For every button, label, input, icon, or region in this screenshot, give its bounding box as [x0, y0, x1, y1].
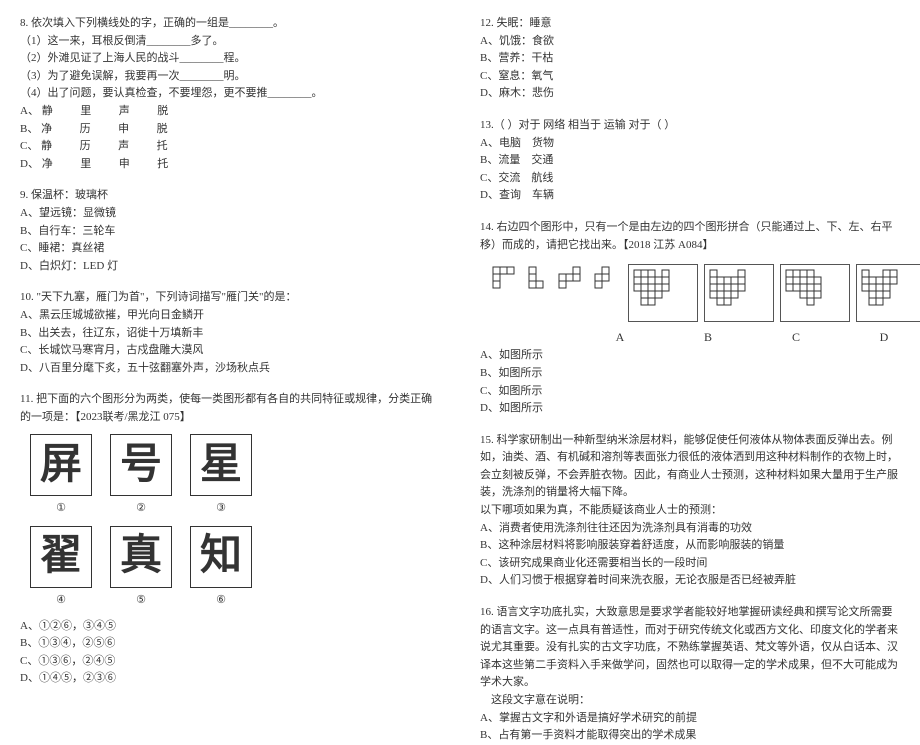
q11-label-row1: ① ② ③	[30, 500, 440, 518]
q11-char-row1: 屏 号 星	[30, 434, 440, 496]
q16-optB: B、占有第一手资料才能取得突出的学术成果	[480, 727, 900, 745]
q9-optD: D、白炽灯：LED 灯	[20, 258, 440, 276]
q8-l1: （1）这一来，耳根反倒清________多了。	[20, 33, 440, 51]
q14-lbl-B: B	[698, 328, 718, 347]
question-14: 14. 右边四个图形中，只有一个是由左边的四个图形拼合（只能通过上、下、左、右平…	[480, 219, 900, 418]
question-10: 10. "天下九塞，雁门为首"，下列诗词描写"雁门关"的是： A、黑云压城城欲摧…	[20, 289, 440, 377]
char-lbl-5: ⑤	[110, 592, 172, 610]
q11-optD: D、①④⑤，②③⑥	[20, 670, 440, 688]
q11-optC: C、①③⑥，②④⑤	[20, 653, 440, 671]
q15-optA: A、消费者使用洗涤剂往往还因为洗涤剂具有消毒的功效	[480, 520, 900, 538]
q9-optA: A、望远镜：显微镜	[20, 205, 440, 223]
q13-optA: A、电脑 货物	[480, 135, 900, 153]
q8-optB: B、 净 历 申 脱	[20, 121, 440, 139]
q11-label-row2: ④ ⑤ ⑥	[30, 592, 440, 610]
q9-optC: C、睡裙：真丝裙	[20, 240, 440, 258]
q14-optD: D、如图所示	[480, 400, 900, 418]
char-box-2: 号	[110, 434, 172, 496]
q12-optC: C、窒息：氧气	[480, 68, 900, 86]
q14-piece-2	[526, 264, 550, 308]
q11-char-row2: 翟 真 知	[30, 526, 440, 588]
q14-option-C	[780, 264, 850, 322]
q11-stem: 11. 把下面的六个图形分为两类，使每一类图形都有各自的共同特征或规律，分类正确…	[20, 391, 440, 426]
char-box-5: 真	[110, 526, 172, 588]
q14-lbl-A: A	[610, 328, 630, 347]
q10-optB: B、出关去，往辽东，诏徙十万填新丰	[20, 325, 440, 343]
q8-l4: （4）出了问题，要认真检查，不要埋怨，更不要推________。	[20, 85, 440, 103]
q15-sub: 以下哪项如果为真，不能质疑该商业人士的预测：	[480, 502, 900, 520]
q13-optD: D、查询 车辆	[480, 187, 900, 205]
q14-optA: A、如图所示	[480, 347, 900, 365]
q8-stem: 8. 依次填入下列横线处的字，正确的一组是________。	[20, 15, 440, 33]
q14-piece-4	[592, 264, 616, 308]
q12-optD: D、麻木：悲伤	[480, 85, 900, 103]
question-13: 13.（ ）对于 网络 相当于 运输 对于（ ） A、电脑 货物 B、流量 交通…	[480, 117, 900, 205]
q14-stem: 14. 右边四个图形中，只有一个是由左边的四个图形拼合（只能通过上、下、左、右平…	[480, 219, 900, 254]
q8-optD: D、 净 里 申 托	[20, 156, 440, 174]
question-8: 8. 依次填入下列横线处的字，正确的一组是________。 （1）这一来，耳根…	[20, 15, 440, 173]
q15-optD: D、人们习惯于根据穿着时间来洗衣服，无论衣服是否已经被弄脏	[480, 572, 900, 590]
q12-stem: 12. 失眠：睡意	[480, 15, 900, 33]
q16-optA: A、掌握古文字和外语是搞好学术研究的前提	[480, 710, 900, 728]
question-15: 15. 科学家研制出一种新型纳米涂层材料，能够促使任何液体从物体表面反弹出去。例…	[480, 432, 900, 590]
q10-optD: D、八百里分麾下炙，五十弦翻塞外声，沙场秋点兵	[20, 360, 440, 378]
q14-optC: C、如图所示	[480, 383, 900, 401]
q12-optB: B、营养：干枯	[480, 50, 900, 68]
q12-optA: A、饥饿：食欲	[480, 33, 900, 51]
q10-optA: A、黑云压城城欲摧，甲光向日金鳞开	[20, 307, 440, 325]
q14-lbl-D: D	[874, 328, 894, 347]
char-lbl-6: ⑥	[190, 592, 252, 610]
q13-optB: B、流量 交通	[480, 152, 900, 170]
char-box-4: 翟	[30, 526, 92, 588]
q14-option-B	[704, 264, 774, 322]
q15-optB: B、这种涂层材料将影响服装穿着舒适度，从而影响服装的销量	[480, 537, 900, 555]
q13-optC: C、交流 航线	[480, 170, 900, 188]
q13-stem: 13.（ ）对于 网络 相当于 运输 对于（ ）	[480, 117, 900, 135]
q14-piece-1	[490, 264, 520, 308]
right-column: 12. 失眠：睡意 A、饥饿：食欲 B、营养：干枯 C、窒息：氧气 D、麻木：悲…	[460, 0, 920, 651]
q8-optC: C、 静 历 声 托	[20, 138, 440, 156]
q14-figures	[490, 264, 900, 322]
q10-stem: 10. "天下九塞，雁门为首"，下列诗词描写"雁门关"的是：	[20, 289, 440, 307]
q8-optA: A、 静 里 声 脱	[20, 103, 440, 121]
q14-optB: B、如图所示	[480, 365, 900, 383]
q9-stem: 9. 保温杯：玻璃杯	[20, 187, 440, 205]
char-lbl-4: ④	[30, 592, 92, 610]
char-lbl-2: ②	[110, 500, 172, 518]
q15-stem: 15. 科学家研制出一种新型纳米涂层材料，能够促使任何液体从物体表面反弹出去。例…	[480, 432, 900, 502]
char-lbl-3: ③	[190, 500, 252, 518]
char-box-6: 知	[190, 526, 252, 588]
q8-l3: （3）为了避免误解，我要再一次________明。	[20, 68, 440, 86]
q14-option-D	[856, 264, 920, 322]
q9-optB: B、自行车：三轮车	[20, 223, 440, 241]
q16-stem: 16. 语言文字功底扎实，大致意思是要求学者能较好地掌握研读经典和撰写论文所需要…	[480, 604, 900, 692]
q14-option-A	[628, 264, 698, 322]
question-9: 9. 保温杯：玻璃杯 A、望远镜：显微镜 B、自行车：三轮车 C、睡裙：真丝裙 …	[20, 187, 440, 275]
q11-optA: A、①②⑥，③④⑤	[20, 618, 440, 636]
left-column: 8. 依次填入下列横线处的字，正确的一组是________。 （1）这一来，耳根…	[0, 0, 460, 651]
q14-labels: A B C D	[610, 328, 900, 347]
q8-l2: （2）外滩见证了上海人民的战斗________程。	[20, 50, 440, 68]
char-lbl-1: ①	[30, 500, 92, 518]
question-16: 16. 语言文字功底扎实，大致意思是要求学者能较好地掌握研读经典和撰写论文所需要…	[480, 604, 900, 745]
q14-lbl-C: C	[786, 328, 806, 347]
q16-sub: 这段文字意在说明：	[480, 692, 900, 710]
char-box-3: 星	[190, 434, 252, 496]
q10-optC: C、长城饮马寒宵月，古戍盘雕大漠风	[20, 342, 440, 360]
char-box-1: 屏	[30, 434, 92, 496]
q15-optC: C、该研究成果商业化还需要相当长的一段时间	[480, 555, 900, 573]
q11-optB: B、①③④，②⑤⑥	[20, 635, 440, 653]
question-11: 11. 把下面的六个图形分为两类，使每一类图形都有各自的共同特征或规律，分类正确…	[20, 391, 440, 688]
q14-piece-3	[556, 264, 586, 308]
question-12: 12. 失眠：睡意 A、饥饿：食欲 B、营养：干枯 C、窒息：氧气 D、麻木：悲…	[480, 15, 900, 103]
